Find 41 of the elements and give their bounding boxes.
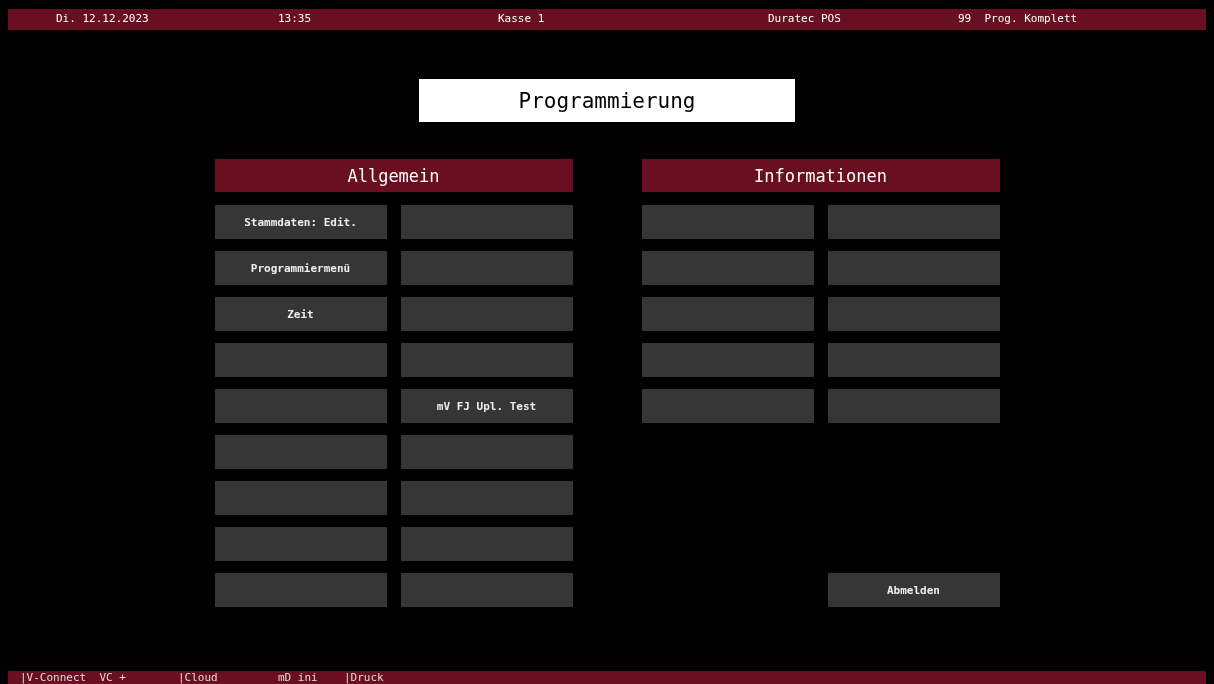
menu-button[interactable] <box>214 481 387 515</box>
menu-button[interactable] <box>400 435 573 469</box>
menu-button[interactable] <box>827 251 1000 285</box>
section-header: Informationen <box>641 159 1000 192</box>
status-text: Duratec POS <box>768 12 841 25</box>
menu-button[interactable] <box>400 481 573 515</box>
menu-button[interactable] <box>641 251 814 285</box>
menu-button[interactable] <box>400 343 573 377</box>
menu-button[interactable]: Abmelden <box>827 573 1000 607</box>
section-header: Allgemein <box>214 159 573 192</box>
menu-button[interactable] <box>214 435 387 469</box>
menu-button[interactable] <box>400 527 573 561</box>
menu-button[interactable] <box>827 343 1000 377</box>
menu-button[interactable] <box>214 389 387 423</box>
menu-button[interactable]: mV FJ Upl. Test <box>400 389 573 423</box>
menu-button[interactable] <box>400 297 573 331</box>
menu-button[interactable] <box>400 205 573 239</box>
menu-button[interactable] <box>641 205 814 239</box>
function-key[interactable]: |V-Connect VC + <box>20 671 126 684</box>
status-text: Di. 12.12.2023 <box>56 12 149 25</box>
menu-button[interactable] <box>214 573 387 607</box>
menu-button[interactable] <box>827 297 1000 331</box>
menu-button[interactable] <box>827 389 1000 423</box>
status-text: Kasse 1 <box>498 12 545 25</box>
function-key[interactable]: mD ini <box>278 671 318 684</box>
function-key[interactable]: |Cloud <box>178 671 218 684</box>
menu-button[interactable] <box>641 297 814 331</box>
menu-button[interactable] <box>400 251 573 285</box>
menu-button[interactable]: Programmiermenü <box>214 251 387 285</box>
menu-button[interactable] <box>400 573 573 607</box>
status-text: 13:35 <box>278 12 312 25</box>
menu-button[interactable] <box>641 389 814 423</box>
menu-button[interactable] <box>641 343 814 377</box>
menu-button[interactable]: Zeit <box>214 297 387 331</box>
menu-button[interactable] <box>214 343 387 377</box>
menu-button[interactable] <box>214 527 387 561</box>
status-text: 99 Prog. Komplett <box>958 12 1078 25</box>
function-key[interactable]: |Druck <box>344 671 384 684</box>
menu-button[interactable] <box>827 205 1000 239</box>
page-title: Programmierung <box>419 79 795 122</box>
menu-button[interactable]: Stammdaten: Edit. <box>214 205 387 239</box>
